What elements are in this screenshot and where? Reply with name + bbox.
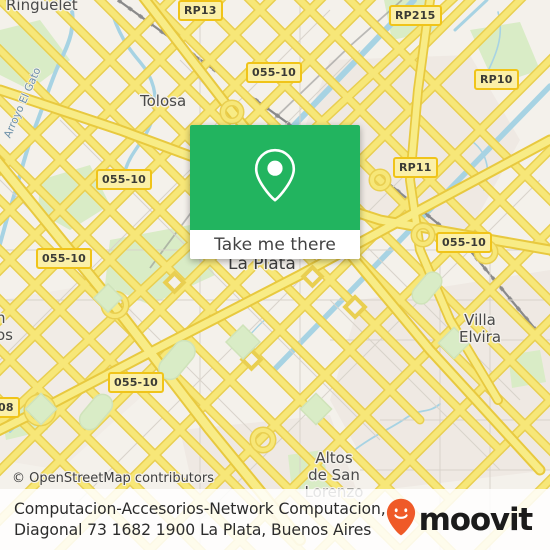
road-shield-055-10-left-upper[interactable]: 055-10 (96, 169, 153, 190)
map-vector-layer (0, 0, 550, 550)
place-address-text: Computacion-Accesorios-Network Computaci… (14, 499, 386, 539)
road-shield-rp10[interactable]: RP10 (474, 69, 519, 90)
moovit-logo[interactable]: moovit (386, 498, 536, 541)
moovit-pin-glyph (386, 498, 415, 536)
road-shield-rp13[interactable]: RP13 (178, 0, 223, 21)
road-shield-055-10-top[interactable]: 055-10 (246, 62, 303, 83)
map-popup-card[interactable]: Take me there (190, 125, 360, 259)
road-shield-rp11[interactable]: RP11 (393, 157, 438, 178)
location-pin-icon (253, 147, 297, 208)
moovit-map-screenshot: Ringuelet Tolosa La Plata Villa Elvira A… (0, 0, 550, 550)
road-shield-08-partial[interactable]: 08 (0, 397, 20, 418)
road-shield-055-10-left-lower[interactable]: 055-10 (108, 372, 165, 393)
osm-attribution: © OpenStreetMap contributors (12, 471, 214, 486)
road-shield-rp215[interactable]: RP215 (389, 5, 442, 26)
moovit-wordmark: moovit (418, 501, 534, 538)
road-shield-055-10-right[interactable]: 055-10 (436, 232, 493, 253)
location-pin-glyph (254, 148, 296, 202)
popup-header (190, 125, 360, 230)
footer-bar: Computacion-Accesorios-Network Computaci… (0, 489, 550, 550)
road-shield-055-10-left-mid[interactable]: 055-10 (36, 248, 93, 269)
moovit-pin-icon (386, 498, 416, 541)
map-canvas[interactable]: Ringuelet Tolosa La Plata Villa Elvira A… (0, 0, 550, 550)
take-me-there-button[interactable]: Take me there (190, 230, 360, 259)
